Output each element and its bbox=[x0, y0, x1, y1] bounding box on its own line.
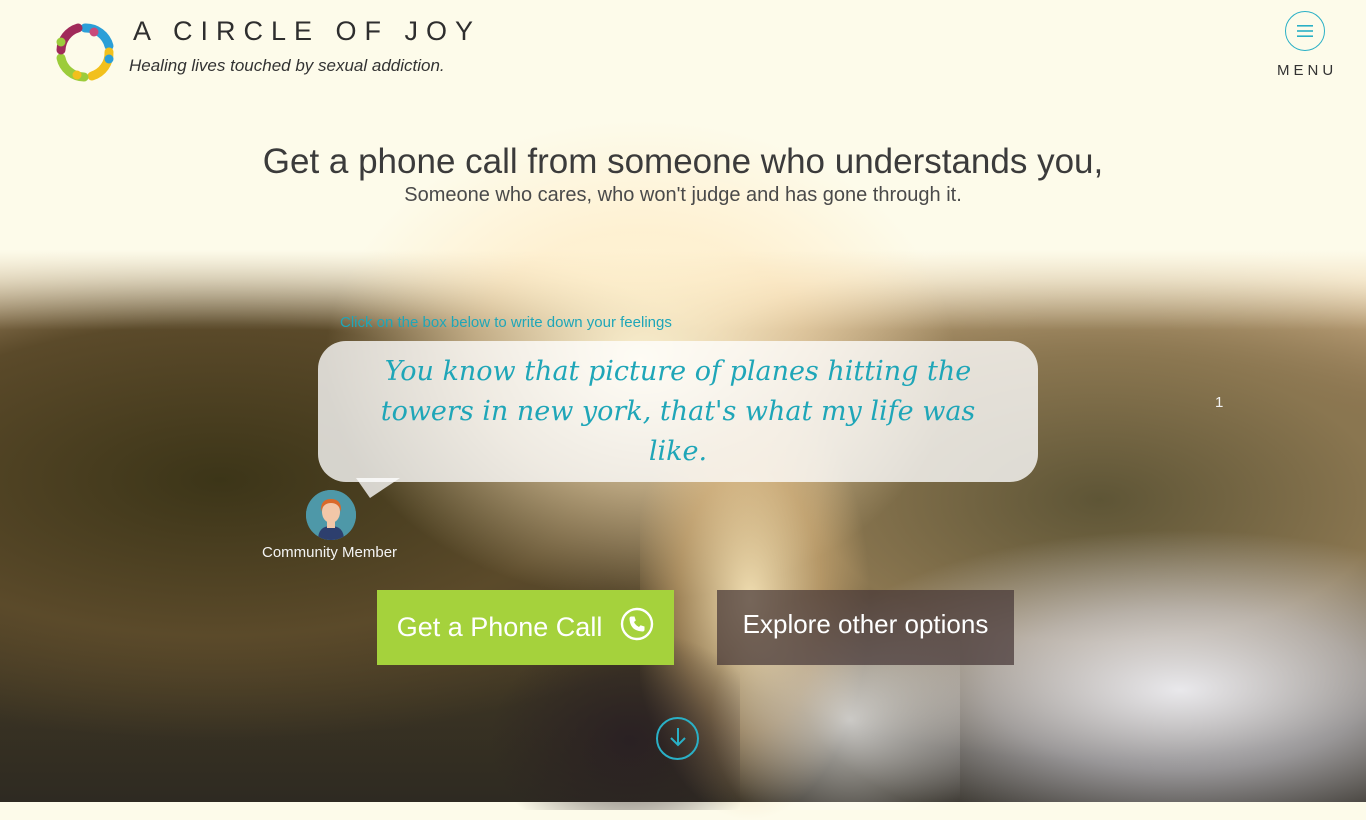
page-subheadline: Someone who cares, who won't judge and h… bbox=[404, 184, 962, 206]
phone-icon bbox=[620, 607, 654, 648]
explore-options-button[interactable]: Explore other options bbox=[717, 590, 1014, 665]
speech-bubble-tail bbox=[356, 478, 400, 498]
hamburger-icon bbox=[1297, 22, 1313, 41]
community-member-label: Community Member bbox=[262, 544, 398, 561]
call-button-label: Get a Phone Call bbox=[396, 612, 603, 642]
arrow-down-circle-icon bbox=[669, 726, 687, 752]
get-phone-call-button[interactable]: Get a Phone Call bbox=[377, 590, 674, 665]
brand-tagline: Healing lives touched by sexual addictio… bbox=[129, 56, 445, 75]
page-headline: Get a phone call from someone who unders… bbox=[262, 142, 1104, 181]
feelings-instruction: Click on the box below to write down you… bbox=[340, 314, 672, 331]
feelings-input-box[interactable]: You know that picture of planes hitting … bbox=[318, 341, 1038, 482]
menu-button[interactable] bbox=[1285, 11, 1325, 51]
menu-label[interactable]: MENU bbox=[1277, 62, 1337, 79]
quote-counter: 1 bbox=[1215, 394, 1224, 411]
brand-title[interactable]: A CIRCLE OF JOY bbox=[133, 16, 481, 47]
quote-text: You know that picture of planes hitting … bbox=[380, 355, 976, 467]
circle-of-people-logo-icon[interactable] bbox=[54, 22, 116, 82]
scroll-down-button[interactable] bbox=[656, 717, 699, 760]
avatar bbox=[306, 490, 356, 540]
